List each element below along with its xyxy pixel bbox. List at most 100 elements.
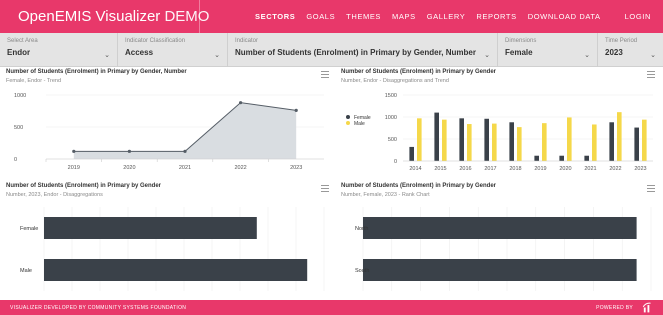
x-tick-label: 2021 <box>584 166 596 172</box>
rank-chart-subtitle: Number, Female, 2023 - Rank Chart <box>341 192 430 198</box>
footer-credit: VISUALIZER DEVELOPED BY COMMUNITY SYSTEM… <box>10 305 187 311</box>
x-tick-label: 2018 <box>509 166 521 172</box>
select-area-dropdown[interactable]: Select Area Endor ⌄ <box>0 33 118 67</box>
chart-menu-icon[interactable] <box>321 185 329 194</box>
legend-label: Male <box>354 121 365 127</box>
y-tick-label: 0 <box>14 157 17 163</box>
trend-chart-subtitle: Female, Endor - Trend <box>6 78 62 84</box>
select-area-label: Select Area <box>7 38 38 44</box>
indicator-classification-dropdown[interactable]: Indicator Classification Access ⌄ <box>118 33 228 67</box>
indicator-label: Indicator <box>235 38 259 44</box>
chart-menu-icon[interactable] <box>647 71 655 80</box>
filter-bar: Select Area Endor ⌄ Indicator Classifica… <box>0 33 663 67</box>
chart-menu-icon[interactable] <box>647 185 655 194</box>
x-tick-label: 2016 <box>459 166 471 172</box>
bar-female <box>609 122 614 161</box>
x-tick-label: 2015 <box>434 166 446 172</box>
disaggregation-trend-chart-subtitle: Number, Endor - Disaggregations and Tren… <box>341 78 449 84</box>
bar-female <box>434 112 439 161</box>
bar <box>363 259 637 281</box>
legend-marker <box>346 115 350 119</box>
bar-female <box>634 127 639 161</box>
bar <box>363 217 637 239</box>
grouped-bar-chart: 0 500 1000 1500 2014 2015 2016 2017 2018 2019 2020… <box>346 93 653 172</box>
disaggregation-chart-title: Number of Students (Enrolment) in Primar… <box>6 183 162 189</box>
chevron-down-icon: ⌄ <box>104 52 110 59</box>
y-tick-label: 1000 <box>385 115 397 121</box>
nav-themes[interactable]: THEMES <box>346 12 381 21</box>
x-tick-label: 2023 <box>290 165 302 171</box>
x-tick-label: 2017 <box>484 166 496 172</box>
bar-male <box>642 119 647 161</box>
x-tick-label: 2019 <box>68 165 80 171</box>
y-tick-label: 1000 <box>14 93 26 99</box>
bar-female <box>584 155 589 161</box>
data-point <box>183 149 187 153</box>
indicator-dropdown[interactable]: Indicator Number of Students (Enrolment)… <box>228 33 498 67</box>
bar-female <box>409 146 414 161</box>
app-title: OpenEMIS Visualizer DEMO <box>18 8 210 25</box>
dimensions-dropdown[interactable]: Dimensions Female ⌄ <box>498 33 598 67</box>
nav-sectors[interactable]: SECTORS <box>255 12 295 21</box>
app-logo[interactable]: OpenEMIS Visualizer DEMO <box>0 0 209 33</box>
bar-female <box>459 118 464 161</box>
bar-male <box>542 123 547 161</box>
bar-male <box>617 112 622 161</box>
bar-male <box>467 124 472 161</box>
nav-download-data[interactable]: DOWNLOAD DATA <box>528 12 601 21</box>
category-label: Female <box>20 226 38 232</box>
bar-male <box>442 119 447 161</box>
indicator-value: Number of Students (Enrolment) in Primar… <box>235 48 476 57</box>
y-tick-label: 0 <box>394 159 397 165</box>
x-tick-label: 2022 <box>609 166 621 172</box>
disaggregation-trend-chart-title: Number of Students (Enrolment) in Primar… <box>341 69 497 75</box>
indicator-classification-label: Indicator Classification <box>125 38 186 44</box>
nav-gallery[interactable]: GALLERY <box>427 12 466 21</box>
main-nav: SECTORS GOALS THEMES MAPS GALLERY REPORT… <box>255 12 612 21</box>
x-tick-label: 2014 <box>409 166 421 172</box>
bar-male <box>517 127 522 161</box>
x-tick-label: 2020 <box>123 165 135 171</box>
data-point <box>127 149 131 153</box>
chevron-down-icon: ⌄ <box>214 52 220 59</box>
rank-bar-chart: North South <box>355 207 652 291</box>
x-tick-label: 2023 <box>634 166 646 172</box>
x-tick-label: 2021 <box>179 165 191 171</box>
bar-male <box>567 117 572 161</box>
footer-powered-by: POWERED BY <box>596 305 633 311</box>
dimensions-value: Female <box>505 48 533 57</box>
time-period-label: Time Period <box>605 38 638 44</box>
bar-female <box>559 155 564 161</box>
rank-chart-title: Number of Students (Enrolment) in Primar… <box>341 183 497 189</box>
bar <box>44 259 308 281</box>
chart-menu-icon[interactable] <box>321 71 329 80</box>
bar <box>44 217 257 239</box>
x-tick-label: 2022 <box>234 165 246 171</box>
legend-marker <box>346 121 350 125</box>
x-tick-label: 2020 <box>559 166 571 172</box>
disaggregation-chart-panel: Number of Students (Enrolment) in Primar… <box>6 183 331 298</box>
data-point <box>239 101 243 105</box>
bar-female <box>534 155 539 161</box>
select-area-value: Endor <box>7 48 31 57</box>
data-point <box>294 108 298 112</box>
chevron-down-icon: ⌄ <box>484 52 490 59</box>
footer-bar: VISUALIZER DEVELOPED BY COMMUNITY SYSTEM… <box>0 300 663 315</box>
openemis-logo-icon <box>642 302 651 313</box>
top-navigation-bar: OpenEMIS Visualizer DEMO SECTORS GOALS T… <box>0 0 663 33</box>
time-period-dropdown[interactable]: Time Period 2023 ⌄ <box>598 33 663 67</box>
bar-female <box>509 122 514 161</box>
trend-chart-title: Number of Students (Enrolment) in Primar… <box>6 69 187 75</box>
chevron-down-icon: ⌄ <box>650 52 656 59</box>
trend-area-chart: 0 500 1000 2019 2020 2021 2022 2023 <box>14 93 324 171</box>
login-link[interactable]: LOGIN <box>625 12 651 21</box>
nav-maps[interactable]: MAPS <box>392 12 416 21</box>
y-tick-label: 500 <box>14 125 23 131</box>
category-label: South <box>355 268 369 274</box>
nav-reports[interactable]: REPORTS <box>476 12 516 21</box>
category-label: North <box>355 226 368 232</box>
nav-goals[interactable]: GOALS <box>306 12 335 21</box>
trend-chart-panel: Number of Students (Enrolment) in Primar… <box>6 69 331 177</box>
horizontal-bar-chart: Female Male <box>20 207 325 291</box>
y-tick-label: 500 <box>388 137 397 143</box>
